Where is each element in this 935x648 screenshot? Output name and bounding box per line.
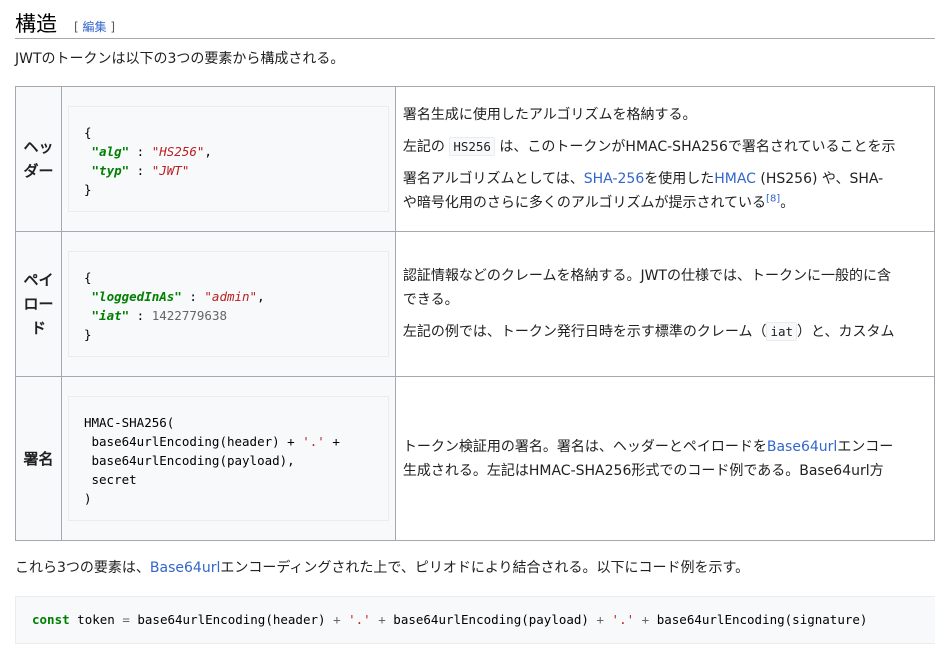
desc-paragraph: 認証情報などのクレームを格納する。JWTの仕様では、トークンに一般的に含 できる。 (402, 268, 891, 308)
desc-paragraph: 左記の例では、トークン発行日時を示す標準のクレーム（ iat ）と、カスタム (402, 322, 895, 341)
desc-paragraph: 署名アルゴリズムとしては、SHA-256を使用したHMAC (HS256) や、… (402, 171, 884, 211)
table-row-signature: 署名 HMAC-SHA256( base64urlEncoding(header… (15, 376, 935, 541)
link-sha256[interactable]: SHA-256 (584, 171, 644, 187)
section-heading: 構造 [ 編集 ] (15, 6, 935, 39)
section-edit-link-wrapper: [ 編集 ] (74, 18, 115, 35)
desc-paragraph: 署名生成に使用したアルゴリズムを格納する。 (402, 107, 697, 123)
code-block-signature: HMAC-SHA256( base64urlEncoding(header) +… (67, 396, 389, 521)
link-hmac[interactable]: HMAC (714, 171, 756, 187)
row-header-cell: ヘッダー (15, 86, 62, 232)
section-title: 構造 (15, 12, 57, 36)
desc-paragraph: トークン検証用の署名。署名は、ヘッダーとペイロードをBase64urlエンコー生… (402, 438, 894, 479)
link-base64url[interactable]: Base64url (150, 560, 220, 576)
row-header-label: ヘッダー (23, 138, 54, 180)
row-header-label: ペイロード (23, 271, 54, 337)
edit-bracket-close: ] (106, 20, 116, 34)
description-cell: 署名生成に使用したアルゴリズムを格納する。 左記の HS256 は、このトークン… (394, 86, 935, 232)
code-block-concat: const token = base64urlEncoding(header) … (15, 596, 935, 644)
link-base64url[interactable]: Base64url (767, 439, 837, 455)
intro-paragraph: JWTのトークンは以下の3つの要素から構成される。 (15, 51, 345, 67)
table-row-header: ヘッダー { "alg" : "HS256", "typ" : "JWT" } … (15, 86, 935, 232)
code-cell: { "loggedInAs" : "admin", "iat" : 142277… (60, 231, 396, 377)
row-header-label: 署名 (23, 449, 54, 468)
inline-code: iat (766, 322, 798, 341)
code-cell: HMAC-SHA256( base64urlEncoding(header) +… (60, 376, 396, 541)
reference-link[interactable]: [8] (766, 193, 780, 204)
jwt-structure-table: ヘッダー { "alg" : "HS256", "typ" : "JWT" } … (15, 86, 935, 541)
edit-bracket-open: [ (74, 20, 83, 34)
row-header-cell: ペイロード (15, 231, 62, 377)
description-cell: トークン検証用の署名。署名は、ヘッダーとペイロードをBase64urlエンコー生… (394, 376, 935, 541)
row-header-cell: 署名 (15, 376, 62, 541)
outro-paragraph: これら3つの要素は、Base64urlエンコーディングされた上で、ピリオドにより… (15, 560, 750, 576)
code-cell: { "alg" : "HS256", "typ" : "JWT" } (60, 86, 396, 232)
description-cell: 認証情報などのクレームを格納する。JWTの仕様では、トークンに一般的に含 できる。… (394, 231, 935, 377)
code-block-header: { "alg" : "HS256", "typ" : "JWT" } (67, 106, 389, 212)
table-row-payload: ペイロード { "loggedInAs" : "admin", "iat" : … (15, 231, 935, 377)
desc-paragraph: 左記の HS256 は、このトークンがHMAC-SHA256で署名されていること… (402, 137, 896, 156)
code-block-payload: { "loggedInAs" : "admin", "iat" : 142277… (67, 251, 389, 357)
edit-link[interactable]: 編集 (83, 20, 107, 34)
code-line: const token = base64urlEncoding(header) … (32, 612, 868, 627)
inline-code: HS256 (449, 137, 495, 156)
